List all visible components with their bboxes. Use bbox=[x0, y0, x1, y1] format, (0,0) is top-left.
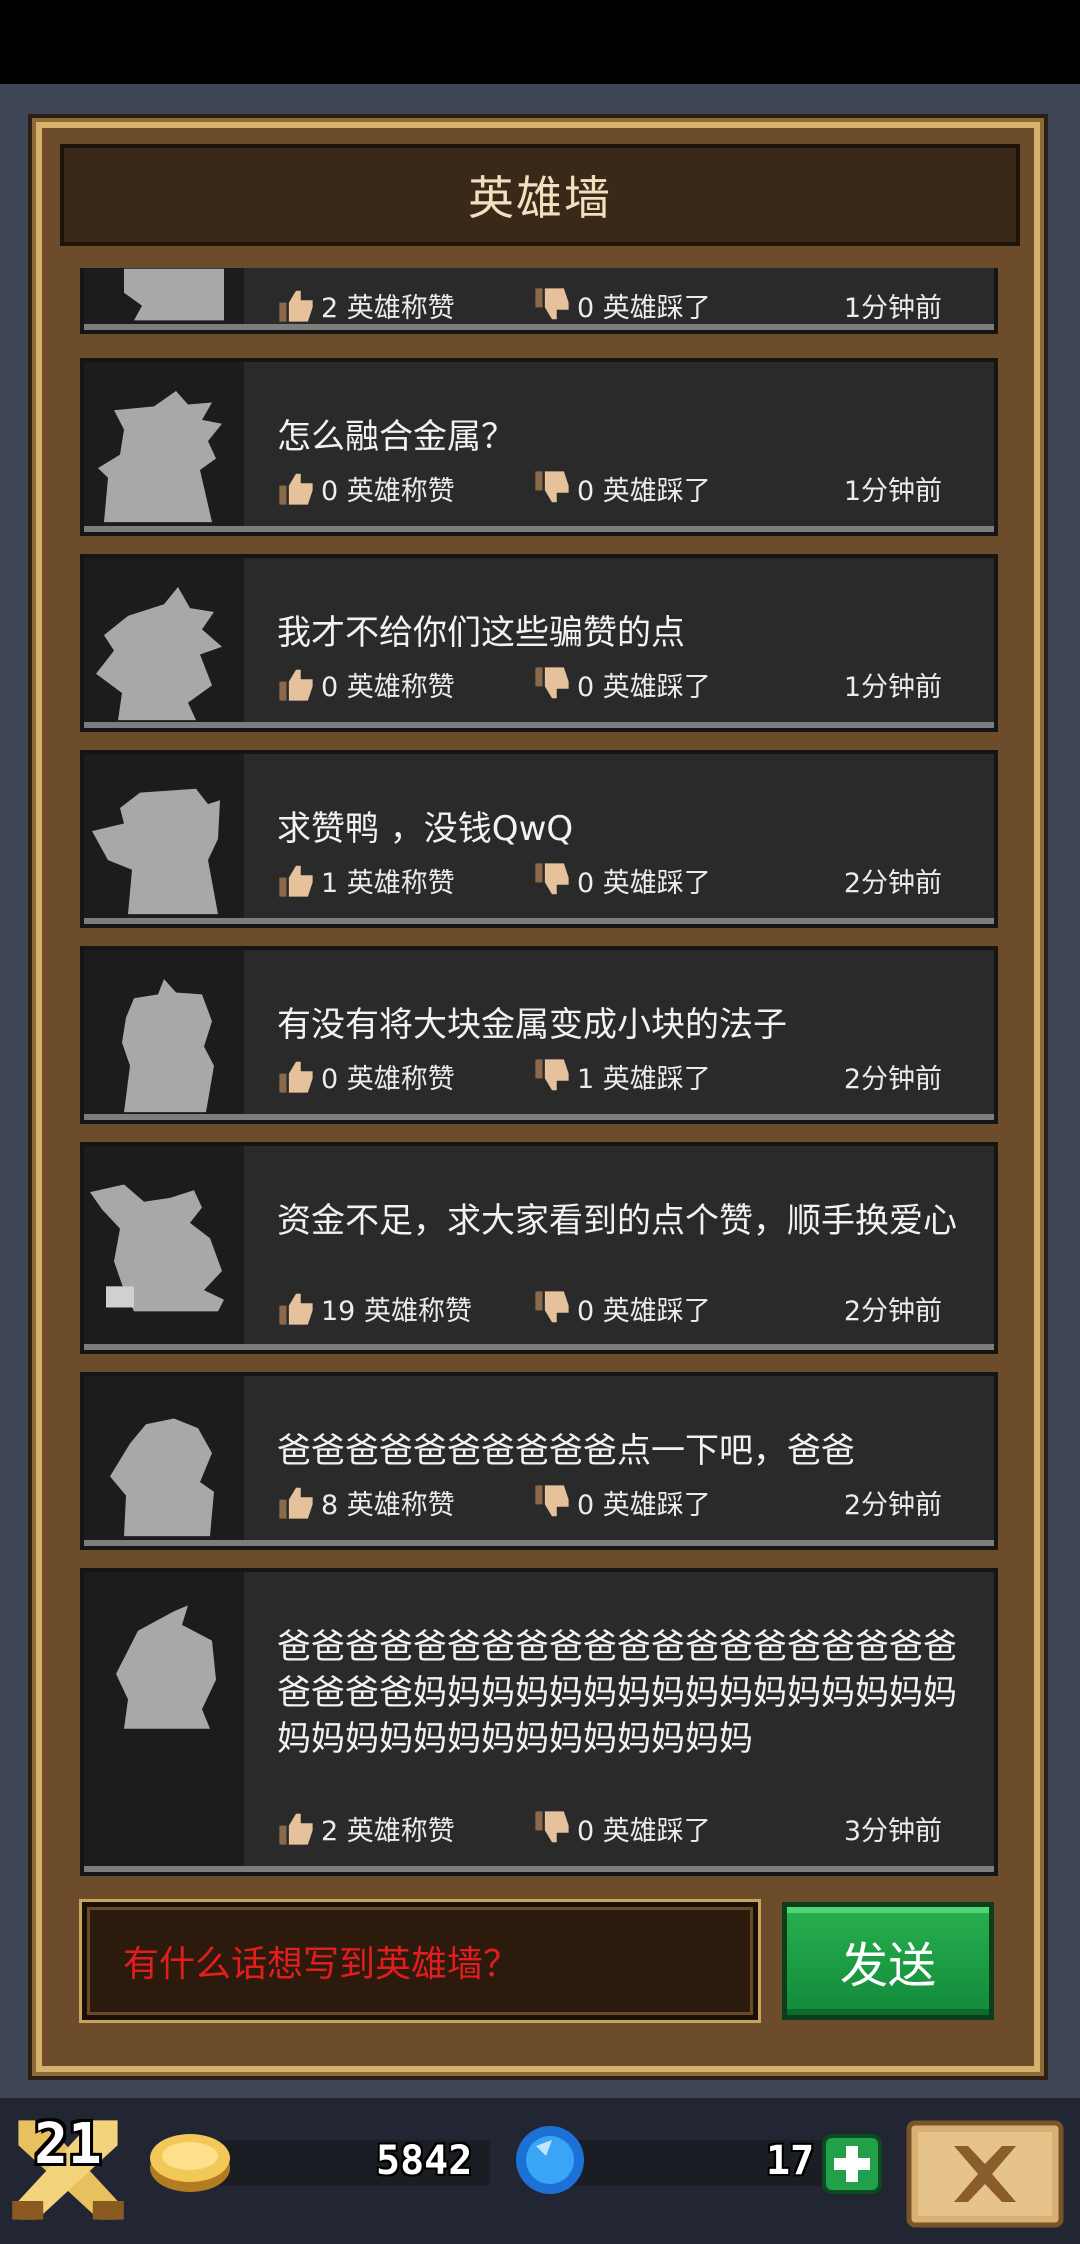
dislike-button[interactable]: 0 英雄踩了 bbox=[533, 860, 711, 900]
post-meta: 19 英雄称赞 0 英雄踩了 2分钟前 bbox=[277, 1288, 964, 1328]
like-button[interactable]: 8 英雄称赞 bbox=[277, 1482, 455, 1522]
thumbs-down-icon bbox=[533, 1483, 571, 1521]
thumbs-up-icon bbox=[277, 286, 315, 324]
avatar bbox=[84, 268, 244, 324]
like-button[interactable]: 19 英雄称赞 bbox=[277, 1288, 472, 1328]
post-card[interactable]: 爸爸爸爸爸爸爸爸爸爸点一下吧，爸爸 8 英雄称赞 0 英雄踩了 2分钟前 bbox=[80, 1372, 998, 1550]
close-button[interactable] bbox=[906, 2120, 1064, 2228]
post-meta: 1 英雄称赞 0 英雄踩了 2分钟前 bbox=[277, 860, 964, 900]
avatar bbox=[84, 362, 244, 526]
dislike-button[interactable]: 0 英雄踩了 bbox=[533, 664, 711, 704]
gem-bar bbox=[560, 2140, 860, 2186]
dislike-button[interactable]: 0 英雄踩了 bbox=[533, 468, 711, 508]
like-button[interactable]: 0 英雄称赞 bbox=[277, 664, 455, 704]
title-bar: 英雄墙 bbox=[60, 144, 1020, 246]
post-card[interactable]: 有没有将大块金属变成小块的法子 0 英雄称赞 1 英雄踩了 2分钟前 bbox=[80, 946, 998, 1124]
post-message: 资金不足，求大家看到的点个赞，顺手换爱心 bbox=[277, 1201, 957, 1241]
post-meta: 2 英雄称赞 0 英雄踩了 3分钟前 bbox=[277, 1808, 964, 1848]
post-meta: 0 英雄称赞 0 英雄踩了 1分钟前 bbox=[277, 664, 964, 704]
post-time: 3分钟前 bbox=[843, 1815, 942, 1847]
post-time: 2分钟前 bbox=[843, 1489, 942, 1521]
status-bar bbox=[0, 0, 1080, 84]
send-button[interactable]: 发送 bbox=[782, 1902, 994, 2020]
post-meta: 2 英雄称赞 0 英雄踩了 1分钟前 bbox=[277, 285, 964, 325]
dislike-button[interactable]: 0 英雄踩了 bbox=[533, 285, 711, 325]
coin-icon bbox=[150, 2134, 230, 2192]
gem-icon bbox=[516, 2126, 584, 2194]
thumbs-up-icon bbox=[277, 1809, 315, 1847]
page-title: 英雄墙 bbox=[468, 171, 612, 225]
avatar bbox=[84, 558, 244, 722]
thumbs-up-icon bbox=[277, 1483, 315, 1521]
post-message: 有没有将大块金属变成小块的法子 bbox=[277, 1005, 787, 1045]
message-input-placeholder: 有什么话想写到英雄墙？ bbox=[123, 1944, 520, 1985]
post-card[interactable]: 怎么融合金属？ 0 英雄称赞 0 英雄踩了 1分钟前 bbox=[80, 358, 998, 536]
coin-count: 5842 bbox=[376, 2138, 473, 2184]
thumbs-up-icon bbox=[277, 1289, 315, 1327]
player-level: 21 bbox=[34, 2112, 102, 2177]
post-card[interactable]: 求赞鸭 ，没钱QwQ 1 英雄称赞 0 英雄踩了 2分钟前 bbox=[80, 750, 998, 928]
thumbs-down-icon bbox=[533, 665, 571, 703]
post-meta: 0 英雄称赞 0 英雄踩了 1分钟前 bbox=[277, 468, 964, 508]
post-meta: 8 英雄称赞 0 英雄踩了 2分钟前 bbox=[277, 1482, 964, 1522]
post-message: 求赞鸭 ，没钱QwQ bbox=[277, 809, 574, 849]
thumbs-up-icon bbox=[277, 861, 315, 899]
post-card[interactable]: 2 英雄称赞 0 英雄踩了 1分钟前 bbox=[80, 268, 998, 334]
avatar bbox=[84, 1376, 244, 1540]
avatar bbox=[84, 950, 244, 1114]
like-button[interactable]: 2 英雄称赞 bbox=[277, 1808, 455, 1848]
dislike-button[interactable]: 0 英雄踩了 bbox=[533, 1482, 711, 1522]
thumbs-down-icon bbox=[533, 1289, 571, 1327]
like-button[interactable]: 0 英雄称赞 bbox=[277, 1056, 455, 1096]
post-message: 爸爸爸爸爸爸爸爸爸爸爸爸爸爸爸爸爸爸爸爸爸爸爸爸妈妈妈妈妈妈妈妈妈妈妈妈妈妈妈妈… bbox=[277, 1627, 957, 1759]
like-button[interactable]: 1 英雄称赞 bbox=[277, 860, 455, 900]
thumbs-up-icon bbox=[277, 469, 315, 507]
thumbs-down-icon bbox=[533, 861, 571, 899]
post-message: 爸爸爸爸爸爸爸爸爸爸点一下吧，爸爸 bbox=[277, 1431, 855, 1471]
post-card[interactable]: 我才不给你们这些骗赞的点 0 英雄称赞 0 英雄踩了 1分钟前 bbox=[80, 554, 998, 732]
message-input[interactable]: 有什么话想写到英雄墙？ bbox=[82, 1902, 758, 2020]
post-time: 2分钟前 bbox=[843, 867, 942, 899]
dislike-button[interactable]: 0 英雄踩了 bbox=[533, 1288, 711, 1328]
post-time: 1分钟前 bbox=[843, 475, 942, 507]
avatar bbox=[84, 1572, 244, 1866]
post-message: 怎么融合金属？ bbox=[277, 417, 515, 457]
dislike-button[interactable]: 1 英雄踩了 bbox=[533, 1056, 711, 1096]
thumbs-down-icon bbox=[533, 469, 571, 507]
thumbs-down-icon bbox=[533, 1809, 571, 1847]
post-message: 我才不给你们这些骗赞的点 bbox=[277, 613, 685, 653]
post-time: 1分钟前 bbox=[843, 292, 942, 324]
post-list[interactable]: 2 英雄称赞 0 英雄踩了 1分钟前 怎么融合金属？ 0 英雄称赞 0 英雄踩了… bbox=[60, 268, 1020, 1880]
post-meta: 0 英雄称赞 1 英雄踩了 2分钟前 bbox=[277, 1056, 964, 1096]
send-button-label: 发送 bbox=[839, 1938, 936, 1994]
post-card[interactable]: 资金不足，求大家看到的点个赞，顺手换爱心 19 英雄称赞 0 英雄踩了 2分钟前 bbox=[80, 1142, 998, 1354]
dislike-button[interactable]: 0 英雄踩了 bbox=[533, 1808, 711, 1848]
avatar bbox=[84, 754, 244, 918]
post-card[interactable]: 爸爸爸爸爸爸爸爸爸爸爸爸爸爸爸爸爸爸爸爸爸爸爸爸妈妈妈妈妈妈妈妈妈妈妈妈妈妈妈妈… bbox=[80, 1568, 998, 1876]
post-time: 1分钟前 bbox=[843, 671, 942, 703]
like-button[interactable]: 0 英雄称赞 bbox=[277, 468, 455, 508]
gem-count: 17 bbox=[766, 2138, 815, 2184]
thumbs-down-icon bbox=[533, 1057, 571, 1095]
post-time: 2分钟前 bbox=[843, 1295, 942, 1327]
add-gems-button[interactable] bbox=[822, 2134, 882, 2194]
thumbs-up-icon bbox=[277, 1057, 315, 1095]
like-button[interactable]: 2 英雄称赞 bbox=[277, 285, 455, 325]
avatar bbox=[84, 1146, 244, 1344]
thumbs-up-icon bbox=[277, 665, 315, 703]
post-time: 2分钟前 bbox=[843, 1063, 942, 1095]
thumbs-down-icon bbox=[533, 286, 571, 324]
